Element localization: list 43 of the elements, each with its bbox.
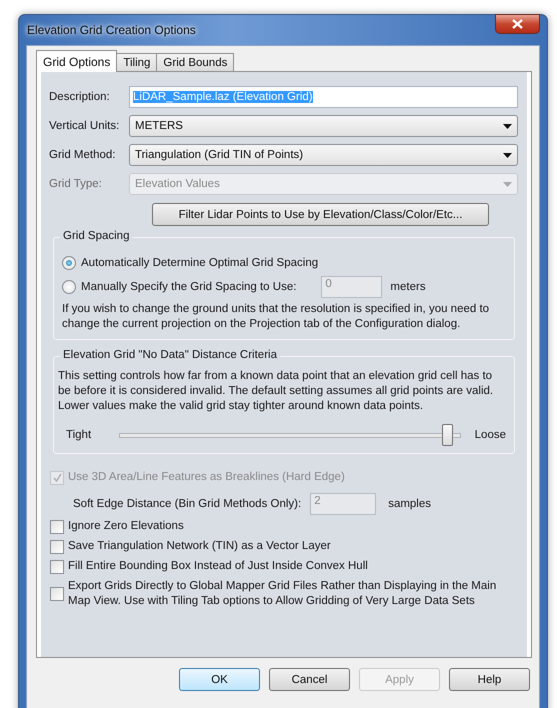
checkbox[interactable] [50,520,64,534]
close-icon [512,19,523,29]
group-title: Grid Spacing [60,230,132,242]
field-label: Grid Method: [49,149,116,161]
dialog-button[interactable]: Cancel [269,668,350,691]
unit-label: meters [390,281,426,293]
slider-label: Loose [474,429,506,441]
dropdown[interactable]: METERS [129,115,518,137]
checkbox-label[interactable]: Save Triangulation Network (TIN) as a Vector Layer [68,539,331,554]
check-icon [52,473,62,482]
unit-label: samples [388,498,432,510]
window-title: Elevation Grid Creation Options [26,23,196,37]
tab[interactable]: Grid Options [36,50,118,72]
note-text: If you wish to change the ground units that the resolution is specified in, you need to change the current projection on the Projection tab of the Configuration dialog. [62,302,490,332]
caret-icon [503,124,512,128]
radio-button[interactable] [62,256,76,270]
caret-icon [503,152,512,158]
dialog-button[interactable]: Help [449,668,530,691]
description-text: This setting controls how far from a known data point that an elevation grid cell has to be before it is considered invalid. The default setting assumes all grid points are valid. Lower values make the valid grid stay tighter around known data points. [58,369,494,414]
tab[interactable]: Grid Bounds [156,53,234,72]
slider-thumb[interactable] [442,424,453,446]
field-label: Soft Edge Distance (Bin Grid Methods Only): [73,498,302,510]
checkbox[interactable] [50,540,64,554]
radio-button[interactable] [62,280,76,294]
group-title: Elevation Grid "No Data" Distance Criteria [60,349,280,361]
filter-button[interactable]: Filter Lidar Points to Use by Elevation/Class/Color/Etc... [152,203,489,226]
close-button[interactable] [495,14,540,34]
checkbox[interactable] [50,560,64,574]
tab[interactable]: Tiling [116,53,158,72]
slider[interactable] [119,424,461,446]
dialog-button[interactable]: OK [179,668,260,691]
slider-label: Tight [66,429,92,441]
field-label: Description: [49,91,111,103]
radio-label[interactable]: Automatically Determine Optimal Grid Spacing [81,257,318,269]
checkbox-label[interactable]: Fill Entire Bounding Box Instead of Just Inside Convex Hull [68,559,368,574]
caret-icon [503,182,512,186]
field-label: Grid Type: [49,178,103,190]
radio-label[interactable]: Manually Specify the Grid Spacing to Use: [81,281,296,293]
dropdown[interactable]: Triangulation (Grid TIN of Points) [129,144,518,166]
field-label: Vertical Units: [49,120,120,132]
checkbox-label[interactable]: Ignore Zero Elevations [68,519,184,534]
checkbox[interactable] [50,587,64,601]
checkbox-label[interactable]: Export Grids Directly to Global Mapper Grid Files Rather than Displaying in the Main Map View. Use with Tiling Tab options to Allow Gridding of Very Large Data Sets [68,579,508,609]
